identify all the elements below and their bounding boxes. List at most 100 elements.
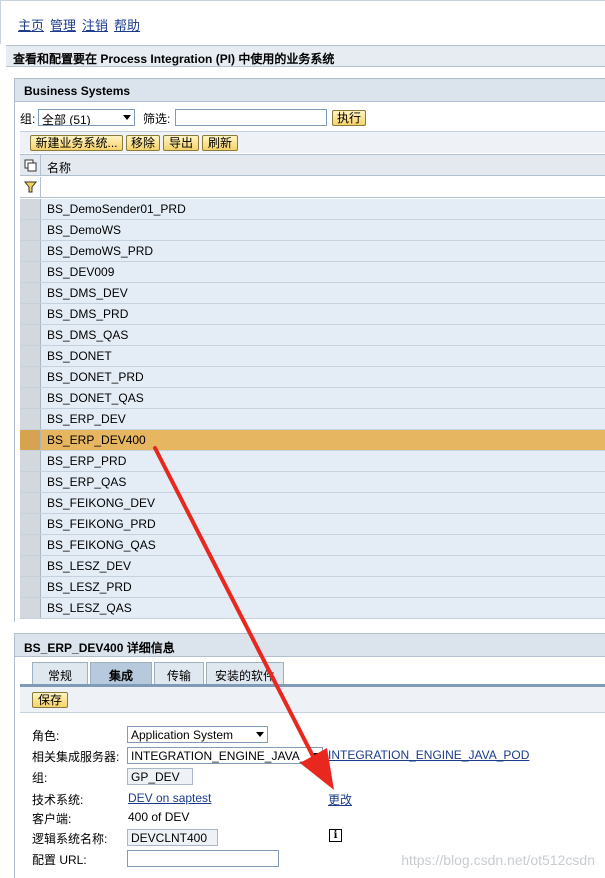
- table-row[interactable]: BS_DemoSender01_PRD: [20, 199, 605, 220]
- row-selector[interactable]: [20, 451, 41, 471]
- logical-system-label: 逻辑系统名称:: [32, 832, 108, 846]
- table-row[interactable]: BS_LESZ_QAS: [20, 598, 605, 619]
- integration-server-select[interactable]: INTEGRATION_ENGINE_JAVA_: [127, 747, 323, 764]
- row-name: BS_ERP_DEV400: [47, 433, 146, 447]
- row-name: BS_DMS_PRD: [47, 307, 129, 321]
- nav-logout-link[interactable]: 注销: [82, 15, 108, 34]
- column-header-name[interactable]: 名称: [47, 159, 71, 176]
- row-selector[interactable]: [20, 514, 41, 534]
- table-row[interactable]: BS_ERP_QAS: [20, 472, 605, 493]
- row-name: BS_DemoSender01_PRD: [47, 202, 186, 216]
- row-name: BS_DEV009: [47, 265, 115, 279]
- row-selector[interactable]: [20, 346, 41, 366]
- detail-header: BS_ERP_DEV400 详细信息: [14, 633, 605, 657]
- integration-server-value: INTEGRATION_ENGINE_JAVA_: [131, 749, 307, 763]
- business-systems-list: BS_DemoSender01_PRD BS_DemoWS BS_DemoWS_PR…: [20, 199, 605, 619]
- detail-frame: [14, 657, 15, 878]
- change-link[interactable]: 更改: [328, 791, 352, 808]
- row-name: BS_LESZ_DEV: [47, 559, 132, 573]
- business-systems-header: Business Systems: [14, 78, 605, 102]
- row-selector[interactable]: [20, 241, 41, 261]
- row-name: BS_DMS_QAS: [47, 328, 129, 342]
- role-select-value: Application System: [131, 728, 234, 742]
- tab-transport[interactable]: 传输: [154, 662, 204, 684]
- table-row[interactable]: BS_LESZ_DEV: [20, 556, 605, 577]
- filter-input[interactable]: [175, 109, 327, 126]
- chevron-down-icon: [256, 732, 264, 737]
- filter-toggle-cell[interactable]: [20, 177, 41, 197]
- row-name: BS_FEIKONG_QAS: [47, 538, 156, 552]
- table-row[interactable]: BS_ERP_PRD: [20, 451, 605, 472]
- top-navigation: 主页 管理 注销 帮助: [0, 0, 605, 44]
- select-all-cell[interactable]: [20, 155, 41, 175]
- tab-installed-software[interactable]: 安装的软件: [206, 662, 284, 684]
- row-selector[interactable]: [20, 367, 41, 387]
- table-row[interactable]: BS_DONET_QAS: [20, 388, 605, 409]
- info-icon[interactable]: i: [329, 829, 342, 842]
- new-business-system-button[interactable]: 新建业务系统...: [30, 135, 123, 151]
- table-row[interactable]: BS_FEIKONG_PRD: [20, 514, 605, 535]
- table-row[interactable]: BS_ERP_DEV400: [20, 430, 605, 451]
- row-selector[interactable]: [20, 472, 41, 492]
- technical-system-label: 技术系统:: [32, 793, 84, 807]
- technical-system-link[interactable]: DEV on saptest: [128, 791, 211, 805]
- config-url-input[interactable]: [127, 850, 279, 867]
- row-selector[interactable]: [20, 283, 41, 303]
- row-selector[interactable]: [20, 325, 41, 345]
- nav-manage-link[interactable]: 管理: [50, 15, 76, 34]
- remove-button[interactable]: 移除: [126, 135, 160, 151]
- row-selector[interactable]: [20, 577, 41, 597]
- role-select[interactable]: Application System: [127, 726, 268, 743]
- refresh-button[interactable]: 刷新: [202, 135, 238, 151]
- chevron-down-icon: [311, 753, 319, 758]
- row-selector[interactable]: [20, 409, 41, 429]
- tab-general[interactable]: 常规: [32, 662, 88, 684]
- save-button[interactable]: 保存: [32, 692, 68, 708]
- table-row[interactable]: BS_DONET_PRD: [20, 367, 605, 388]
- row-selector[interactable]: [20, 262, 41, 282]
- row-selector[interactable]: [20, 598, 41, 618]
- client-value: 400 of DEV: [128, 810, 190, 824]
- execute-button[interactable]: 执行: [332, 110, 366, 126]
- row-selector[interactable]: [20, 430, 41, 450]
- table-row[interactable]: BS_ERP_DEV: [20, 409, 605, 430]
- nav-help-link[interactable]: 帮助: [114, 15, 140, 34]
- table-row[interactable]: BS_DEV009: [20, 262, 605, 283]
- row-name: BS_ERP_QAS: [47, 475, 127, 489]
- table-row[interactable]: BS_LESZ_PRD: [20, 577, 605, 598]
- group-select[interactable]: 全部 (51): [38, 109, 135, 126]
- table-row[interactable]: BS_FEIKONG_DEV: [20, 493, 605, 514]
- row-selector[interactable]: [20, 199, 41, 219]
- row-name: BS_ERP_PRD: [47, 454, 127, 468]
- nav-home-link[interactable]: 主页: [18, 15, 44, 34]
- group-field: GP_DEV: [127, 768, 193, 785]
- table-row[interactable]: BS_FEIKONG_QAS: [20, 535, 605, 556]
- row-selector[interactable]: [20, 388, 41, 408]
- tab-integration[interactable]: 集成: [90, 662, 152, 684]
- row-selector[interactable]: [20, 556, 41, 576]
- row-selector[interactable]: [20, 535, 41, 555]
- row-selector[interactable]: [20, 220, 41, 240]
- export-button[interactable]: 导出: [163, 135, 199, 151]
- row-name: BS_DONET_QAS: [47, 391, 144, 405]
- table-row[interactable]: BS_DMS_QAS: [20, 325, 605, 346]
- logical-system-field: DEVCLNT400: [127, 829, 218, 846]
- table-row[interactable]: BS_DONET: [20, 346, 605, 367]
- filter-label: 筛选:: [143, 112, 171, 126]
- row-selector[interactable]: [20, 304, 41, 324]
- table-row[interactable]: BS_DemoWS_PRD: [20, 241, 605, 262]
- page-title: 查看和配置要在 Process Integration (PI) 中使用的业务系…: [6, 45, 605, 67]
- chevron-down-icon: [123, 115, 131, 120]
- section-frame: [14, 102, 15, 622]
- group-select-value: 全部 (51): [42, 113, 91, 126]
- integration-server-link[interactable]: INTEGRATION_ENGINE_JAVA_POD: [328, 748, 529, 762]
- row-selector[interactable]: [20, 493, 41, 513]
- table-row[interactable]: BS_DMS_DEV: [20, 283, 605, 304]
- row-name: BS_DONET: [47, 349, 112, 363]
- select-all-icon: [24, 159, 37, 172]
- table-row[interactable]: BS_DMS_PRD: [20, 304, 605, 325]
- row-name: BS_DemoWS_PRD: [47, 244, 154, 258]
- table-row[interactable]: BS_DemoWS: [20, 220, 605, 241]
- row-name: BS_DMS_DEV: [47, 286, 128, 300]
- table-filter-row: [20, 177, 605, 198]
